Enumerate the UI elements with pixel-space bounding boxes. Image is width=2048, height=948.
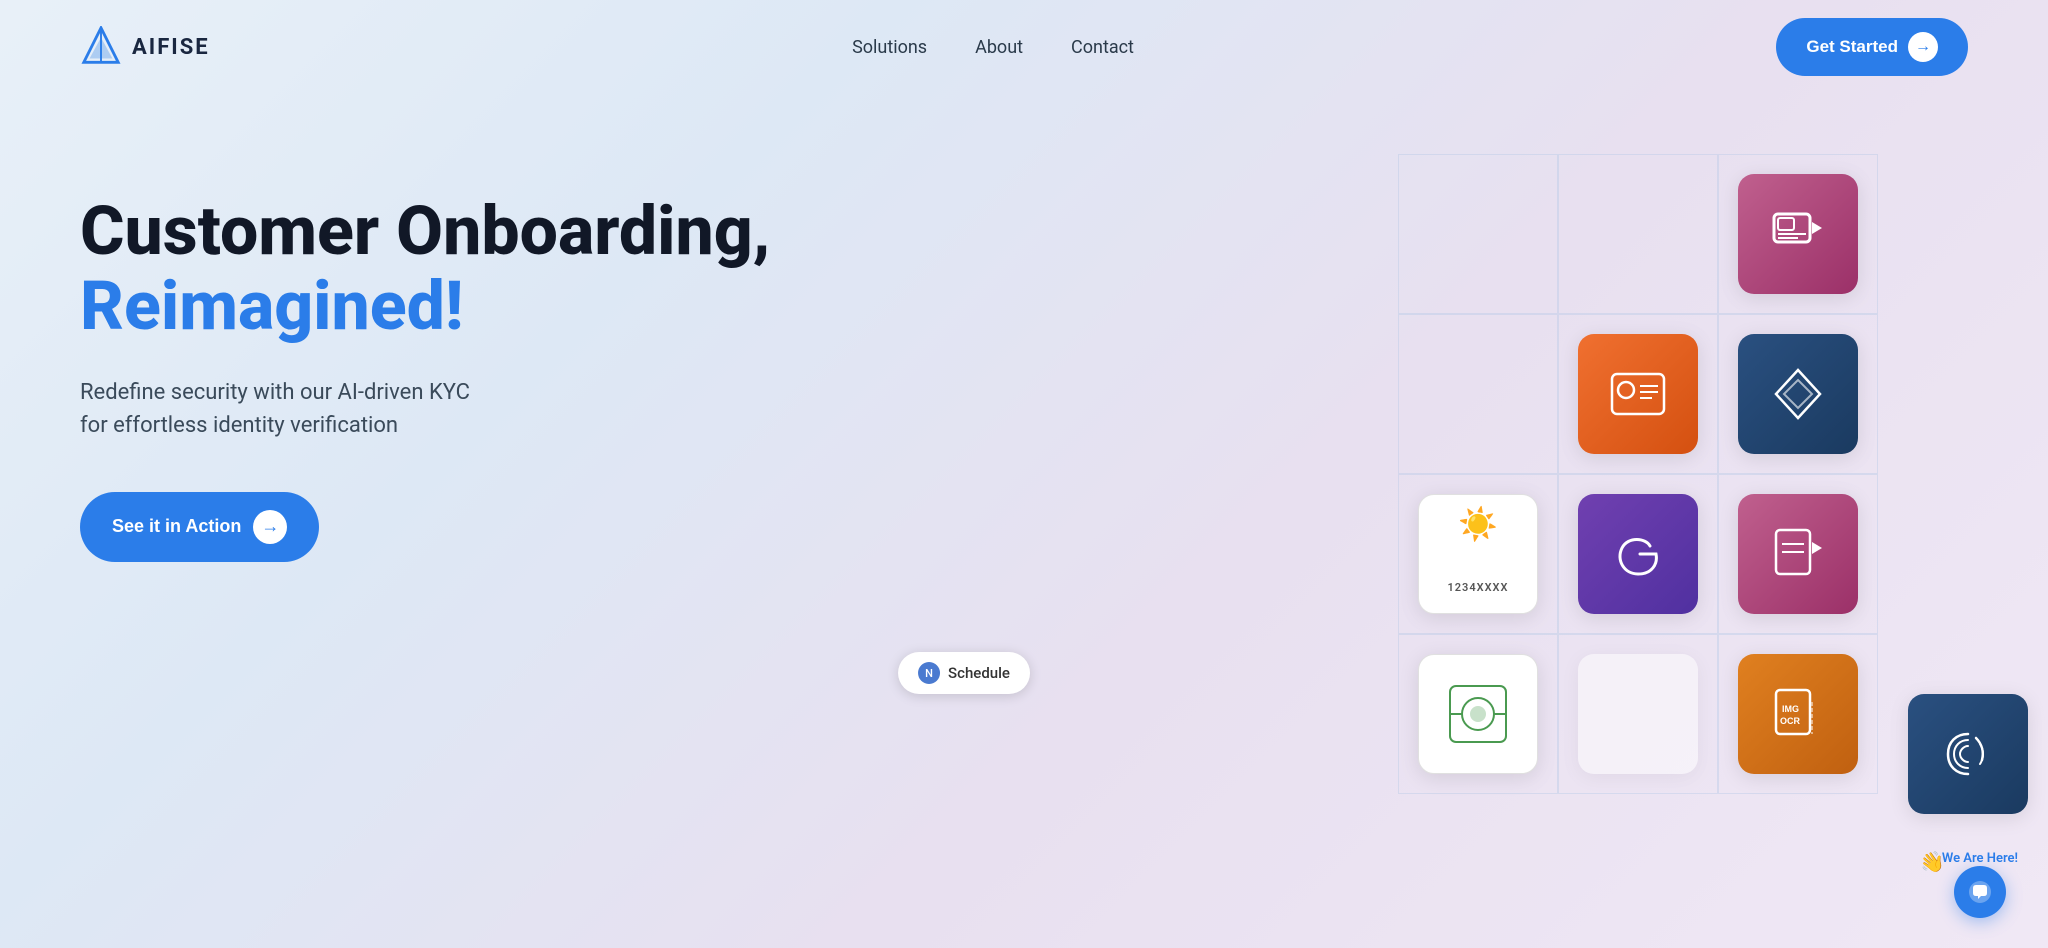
id-card-icon xyxy=(1578,334,1698,454)
grid-cell-empty-4 xyxy=(1558,634,1718,794)
icon-grid-area: ☀️ 1234XXXX xyxy=(1398,154,2048,794)
diamond-icon xyxy=(1738,334,1858,454)
get-started-label: Get Started xyxy=(1806,37,1898,57)
grid-cell-ocr-orange: IMG OCR xyxy=(1718,634,1878,794)
schedule-pill[interactable]: N Schedule xyxy=(898,652,1030,694)
fingerprint-card-partial xyxy=(1888,704,2048,804)
logo-area: AIFISE xyxy=(80,26,210,68)
nav-link-about[interactable]: About xyxy=(975,37,1023,58)
hero-title-line1: Customer Onboarding, xyxy=(80,194,780,269)
nav-link-contact[interactable]: Contact xyxy=(1071,37,1134,58)
chat-button[interactable] xyxy=(1954,866,2006,918)
svg-text:IMG: IMG xyxy=(1782,704,1799,714)
hero-section: Customer Onboarding, Reimagined! Redefin… xyxy=(0,94,2048,894)
ocr-icon: IMG OCR xyxy=(1738,654,1858,774)
empty-white-card xyxy=(1578,654,1698,774)
video-doc-icon xyxy=(1738,494,1858,614)
leaf-scan-icon xyxy=(1418,654,1538,774)
grid-cell-video-pink xyxy=(1718,154,1878,314)
hero-content: Customer Onboarding, Reimagined! Redefin… xyxy=(80,154,780,562)
hero-title-line2: Reimagined! xyxy=(80,269,780,344)
grid-cell-id-orange xyxy=(1558,314,1718,474)
svg-text:OCR: OCR xyxy=(1780,716,1801,726)
aadhaar-sun-icon: ☀️ xyxy=(1447,505,1508,543)
logo-icon xyxy=(80,26,122,68)
see-action-label: See it in Action xyxy=(112,516,241,537)
schedule-icon: N xyxy=(918,662,940,684)
grid-cell-leaf-green xyxy=(1398,634,1558,794)
grid-cell-video-pink2 xyxy=(1718,474,1878,634)
grid-cell-aadhaar: ☀️ 1234XXXX xyxy=(1398,474,1558,634)
wave-emoji: 👋 xyxy=(1918,848,1947,876)
get-started-arrow-icon: → xyxy=(1908,32,1938,62)
navbar: AIFISE Solutions About Contact Get Start… xyxy=(0,0,2048,94)
schedule-label: Schedule xyxy=(948,664,1010,682)
nav-links: Solutions About Contact xyxy=(852,37,1134,58)
grid-cell-empty-1 xyxy=(1398,154,1558,314)
g-letter-icon xyxy=(1578,494,1698,614)
get-started-button[interactable]: Get Started → xyxy=(1776,18,1968,76)
nav-link-solutions[interactable]: Solutions xyxy=(852,37,927,58)
see-action-arrow-icon: → xyxy=(253,510,287,544)
grid-cell-empty-3 xyxy=(1398,314,1558,474)
grid-cell-g-purple xyxy=(1558,474,1718,634)
see-action-button[interactable]: See it in Action → xyxy=(80,492,319,562)
grid-cell-empty-2 xyxy=(1558,154,1718,314)
chat-icon xyxy=(1967,879,1993,905)
logo-text: AIFISE xyxy=(132,35,210,60)
fingerprint-icon xyxy=(1908,694,2028,814)
hero-subtitle: Redefine security with our AI-driven KYC… xyxy=(80,376,640,442)
aadhaar-icon: ☀️ 1234XXXX xyxy=(1418,494,1538,614)
video-id-card-icon xyxy=(1738,174,1858,294)
aadhaar-number: 1234XXXX xyxy=(1447,581,1508,594)
we-are-here-widget: We Are Here! 👋 xyxy=(1942,847,2018,918)
we-are-here-text: We Are Here! xyxy=(1942,851,2018,866)
grid-cell-diamond-blue xyxy=(1718,314,1878,474)
aadhaar-content: ☀️ 1234XXXX xyxy=(1447,505,1508,604)
